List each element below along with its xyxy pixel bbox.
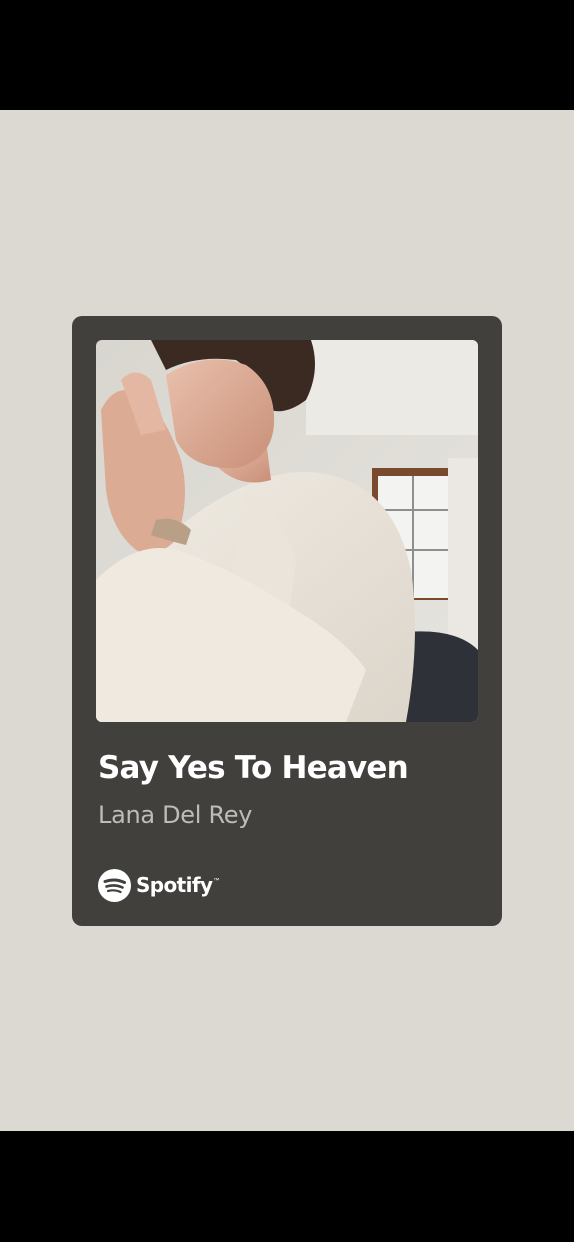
album-cover[interactable] — [96, 340, 478, 722]
share-background: Say Yes To Heaven Lana Del Rey Spotify ™ — [0, 110, 574, 1131]
spotify-brand[interactable]: Spotify ™ — [98, 868, 219, 902]
track-share-card[interactable]: Say Yes To Heaven Lana Del Rey Spotify ™ — [72, 316, 502, 926]
album-cover-photo — [96, 340, 478, 722]
navigation-bar — [0, 1131, 574, 1242]
screen: Say Yes To Heaven Lana Del Rey Spotify ™ — [0, 0, 574, 1242]
spotify-logo-icon — [98, 868, 131, 902]
status-bar — [0, 0, 574, 110]
trademark-mark: ™ — [213, 878, 220, 884]
track-title: Say Yes To Heaven — [98, 750, 409, 786]
spotify-wordmark: Spotify — [136, 873, 213, 897]
artist-name: Lana Del Rey — [98, 801, 253, 829]
